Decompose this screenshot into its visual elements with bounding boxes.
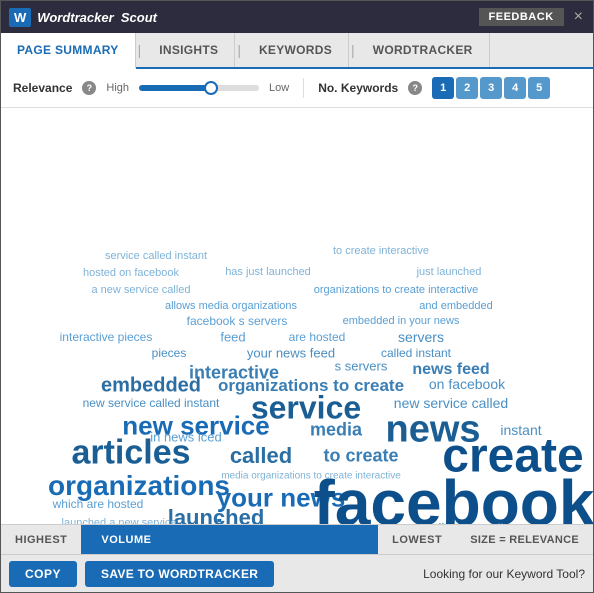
controls-divider: [303, 78, 304, 98]
relevance-help-icon[interactable]: ?: [82, 81, 96, 95]
word-cloud-item[interactable]: in your news: [215, 514, 386, 524]
keyword-btn-4[interactable]: 4: [504, 77, 526, 99]
word-cloud-item[interactable]: called instant: [381, 346, 451, 360]
word-cloud-item[interactable]: are hosted: [289, 330, 346, 344]
keyword-btn-2[interactable]: 2: [456, 77, 478, 99]
word-cloud-item[interactable]: and embedded: [419, 300, 492, 312]
word-cloud-item[interactable]: feed: [220, 330, 245, 345]
word-cloud-item[interactable]: service called instant: [105, 250, 207, 262]
relevance-slider-thumb[interactable]: [204, 81, 218, 95]
keyword-tool-text: Looking for our Keyword Tool?: [423, 567, 585, 581]
word-cloud-item[interactable]: s servers: [335, 359, 388, 374]
word-cloud-item[interactable]: on facebook: [429, 376, 505, 392]
legend-volume: VOLUME: [81, 525, 378, 554]
keyword-btn-1[interactable]: 1: [432, 77, 454, 99]
word-cloud-item[interactable]: to create: [323, 446, 398, 467]
word-cloud-item[interactable]: interactive pieces: [60, 330, 153, 344]
word-cloud-item[interactable]: new service called instant: [83, 396, 220, 410]
app-window: W Wordtracker Scout FEEDBACK × PAGE SUMM…: [0, 0, 594, 593]
word-cloud-area: service called instant to create interact…: [1, 108, 593, 524]
app-title: Wordtracker Scout: [37, 10, 157, 25]
word-cloud-item[interactable]: servers: [398, 329, 444, 345]
word-cloud-item[interactable]: which are hosted: [53, 497, 144, 511]
legend-size: SIZE = RELEVANCE: [456, 534, 593, 546]
no-keywords-label: No. Keywords: [318, 81, 398, 95]
keyword-btn-3[interactable]: 3: [480, 77, 502, 99]
save-to-wordtracker-button[interactable]: SAVE TO WORDTRACKER: [85, 561, 274, 587]
word-cloud-item[interactable]: just launched: [417, 266, 482, 278]
title-bar: W Wordtracker Scout FEEDBACK ×: [1, 1, 593, 33]
relevance-slider-track[interactable]: [139, 85, 259, 91]
word-cloud-item[interactable]: embedded in your news: [343, 315, 460, 327]
app-name: Wordtracker: [37, 10, 113, 25]
word-cloud-item[interactable]: a new service called: [91, 284, 190, 296]
legend-bar: HIGHEST VOLUME LOWEST SIZE = RELEVANCE: [1, 524, 593, 554]
controls-bar: Relevance ? High Low No. Keywords ? 1 2 …: [1, 69, 593, 108]
title-bar-right: FEEDBACK ×: [479, 8, 585, 26]
high-label: High: [106, 82, 129, 94]
relevance-label: Relevance: [13, 81, 72, 95]
wordtracker-logo-icon: W: [9, 8, 31, 27]
tab-separator-2: |: [235, 33, 243, 67]
close-button[interactable]: ×: [572, 8, 585, 26]
relevance-slider-container: [139, 85, 259, 91]
tab-separator-3: |: [349, 33, 357, 67]
word-cloud-item[interactable]: allows media: [431, 520, 512, 524]
word-cloud-item[interactable]: embedded: [101, 375, 201, 398]
title-bar-left: W Wordtracker Scout: [9, 8, 157, 27]
tab-separator-1: |: [136, 33, 144, 67]
tab-insights[interactable]: INSIGHTS: [143, 33, 235, 67]
app-scout-italic: Scout: [121, 10, 157, 25]
tab-keywords[interactable]: KEYWORDS: [243, 33, 349, 67]
no-keywords-help-icon[interactable]: ?: [408, 81, 422, 95]
tab-wordtracker[interactable]: WORDTRACKER: [357, 33, 490, 67]
tab-page-summary[interactable]: PAGE SUMMARY: [1, 33, 136, 69]
word-cloud-item[interactable]: called: [230, 443, 292, 469]
tab-bar: PAGE SUMMARY | INSIGHTS | KEYWORDS | WOR…: [1, 33, 593, 69]
word-cloud-item[interactable]: facebook s servers: [187, 314, 288, 328]
keyword-buttons: 1 2 3 4 5: [432, 77, 550, 99]
low-label: Low: [269, 82, 289, 94]
copy-button[interactable]: COPY: [9, 561, 77, 587]
word-cloud-item[interactable]: launched a new service: [62, 517, 177, 524]
word-cloud-item[interactable]: your news feed: [247, 346, 335, 361]
word-cloud-item[interactable]: pieces: [152, 346, 187, 360]
word-cloud-item[interactable]: organizations to create interactive: [314, 284, 478, 296]
word-cloud-item[interactable]: allows media organizations: [165, 300, 297, 312]
bottom-bar: COPY SAVE TO WORDTRACKER Looking for our…: [1, 554, 593, 592]
feedback-button[interactable]: FEEDBACK: [479, 8, 564, 26]
word-cloud-item[interactable]: media: [310, 420, 362, 441]
word-cloud-item[interactable]: has just launched: [225, 266, 311, 278]
keyword-btn-5[interactable]: 5: [528, 77, 550, 99]
legend-highest: HIGHEST: [1, 534, 81, 546]
legend-lowest: LOWEST: [378, 534, 456, 546]
word-cloud-item[interactable]: hosted on facebook: [83, 267, 179, 279]
word-cloud-item[interactable]: to create interactive: [333, 245, 429, 257]
word-cloud-item[interactable]: in news iced: [150, 430, 222, 445]
